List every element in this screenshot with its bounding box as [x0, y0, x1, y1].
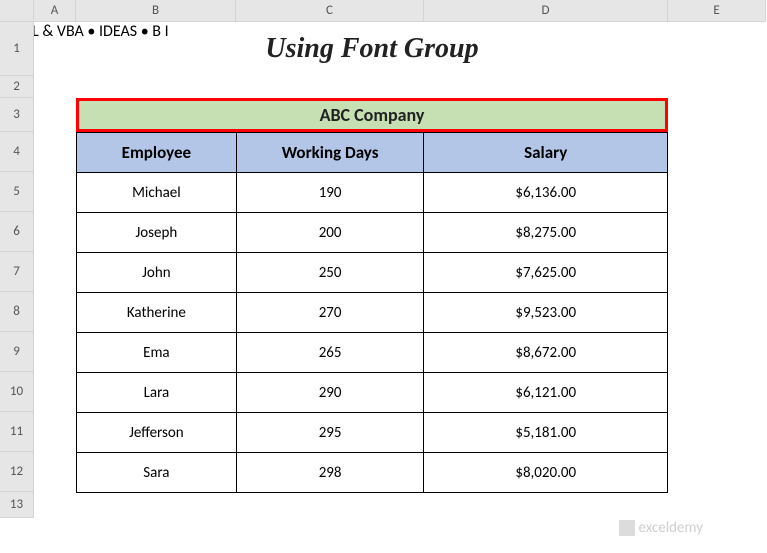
row-header-13[interactable]: 13: [0, 492, 34, 518]
cell-employee[interactable]: Ema: [77, 333, 237, 373]
header-working-days[interactable]: Working Days: [236, 133, 424, 173]
cell-employee[interactable]: Sara: [77, 453, 237, 493]
row-header-12[interactable]: 12: [0, 452, 34, 492]
cell-salary[interactable]: $8,020.00: [424, 453, 668, 493]
cell-working-days[interactable]: 290: [236, 373, 424, 413]
merged-company-cell[interactable]: ABC Company: [79, 101, 665, 129]
row-header-1[interactable]: 1: [0, 22, 34, 76]
page-title: Using Font Group: [34, 22, 668, 76]
row-header-8[interactable]: 8: [0, 292, 34, 332]
row-headers: 1 2 3 4 5 6 7 8 9 10 11 12 13: [0, 22, 34, 518]
col-header-b[interactable]: B: [76, 0, 236, 22]
header-employee[interactable]: Employee: [77, 133, 237, 173]
cell-employee[interactable]: Michael: [77, 173, 237, 213]
table-row: Michael190$6,136.00: [77, 173, 668, 213]
cells-area[interactable]: Using Font Group ABC Company Employee Wo…: [34, 22, 767, 493]
row-header-4[interactable]: 4: [0, 132, 34, 172]
cell-salary[interactable]: $6,136.00: [424, 173, 668, 213]
cell-salary[interactable]: $5,181.00: [424, 413, 668, 453]
cell-salary[interactable]: $8,672.00: [424, 333, 668, 373]
cell-working-days[interactable]: 295: [236, 413, 424, 453]
cell-employee[interactable]: Lara: [77, 373, 237, 413]
header-salary[interactable]: Salary: [424, 133, 668, 173]
row-header-6[interactable]: 6: [0, 212, 34, 252]
cell-salary[interactable]: $8,275.00: [424, 213, 668, 253]
watermark-brand: exceldemy: [639, 519, 703, 537]
cell-working-days[interactable]: 200: [236, 213, 424, 253]
table-row: Joseph200$8,275.00: [77, 213, 668, 253]
table-row: Jefferson295$5,181.00: [77, 413, 668, 453]
cell-salary[interactable]: $7,625.00: [424, 253, 668, 293]
cell-working-days[interactable]: 265: [236, 333, 424, 373]
table-row: John250$7,625.00: [77, 253, 668, 293]
row-header-5[interactable]: 5: [0, 172, 34, 212]
cell-salary[interactable]: $9,523.00: [424, 293, 668, 333]
data-table: Employee Working Days Salary Michael190$…: [76, 132, 668, 493]
select-all-corner[interactable]: [0, 0, 34, 22]
cell-working-days[interactable]: 298: [236, 453, 424, 493]
col-header-c[interactable]: C: [236, 0, 424, 22]
row-header-10[interactable]: 10: [0, 372, 34, 412]
spreadsheet-grid: A B C D E: [0, 0, 767, 22]
table-header-row: Employee Working Days Salary: [77, 133, 668, 173]
cell-employee[interactable]: John: [77, 253, 237, 293]
row-header-2[interactable]: 2: [0, 76, 34, 98]
cell-salary[interactable]: $6,121.00: [424, 373, 668, 413]
watermark-logo-icon: [619, 520, 635, 536]
col-header-a[interactable]: A: [34, 0, 76, 22]
cell-working-days[interactable]: 270: [236, 293, 424, 333]
highlight-box: ABC Company: [76, 98, 668, 132]
col-header-e[interactable]: E: [668, 0, 766, 22]
cell-working-days[interactable]: 190: [236, 173, 424, 213]
cell-employee[interactable]: Katherine: [77, 293, 237, 333]
row-header-3[interactable]: 3: [0, 98, 34, 132]
row-header-9[interactable]: 9: [0, 332, 34, 372]
table-row: Katherine270$9,523.00: [77, 293, 668, 333]
row-header-11[interactable]: 11: [0, 412, 34, 452]
table-row: Sara298$8,020.00: [77, 453, 668, 493]
cell-employee[interactable]: Joseph: [77, 213, 237, 253]
table-row: Ema265$8,672.00: [77, 333, 668, 373]
cell-working-days[interactable]: 250: [236, 253, 424, 293]
table-row: Lara290$6,121.00: [77, 373, 668, 413]
col-header-d[interactable]: D: [424, 0, 668, 22]
empty-row-2[interactable]: [34, 76, 767, 98]
cell-employee[interactable]: Jefferson: [77, 413, 237, 453]
watermark: exceldemy: [619, 519, 703, 537]
row-header-7[interactable]: 7: [0, 252, 34, 292]
